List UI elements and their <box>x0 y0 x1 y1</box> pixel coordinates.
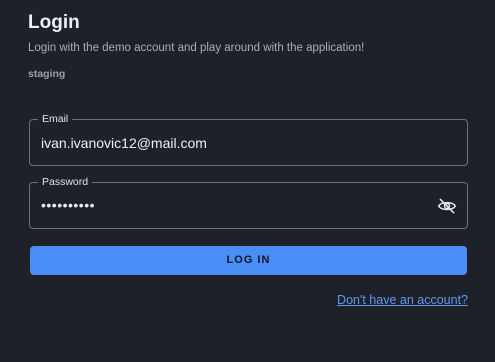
login-subtitle: Login with the demo account and play aro… <box>28 42 365 54</box>
password-field-label: Password <box>38 175 93 189</box>
email-input[interactable] <box>41 134 427 152</box>
login-button[interactable]: LOG IN <box>30 246 467 275</box>
email-field[interactable]: Email <box>29 112 468 166</box>
login-card: Login Login with the demo account and pl… <box>0 0 495 362</box>
password-field[interactable]: Password •••••••••• <box>29 175 468 229</box>
password-input[interactable]: •••••••••• <box>41 196 95 214</box>
environment-label: staging <box>28 68 66 80</box>
signup-link[interactable]: Don't have an account? <box>337 292 468 308</box>
eye-off-icon[interactable] <box>437 196 457 216</box>
email-field-label: Email <box>38 112 73 126</box>
page-title: Login <box>28 12 80 33</box>
